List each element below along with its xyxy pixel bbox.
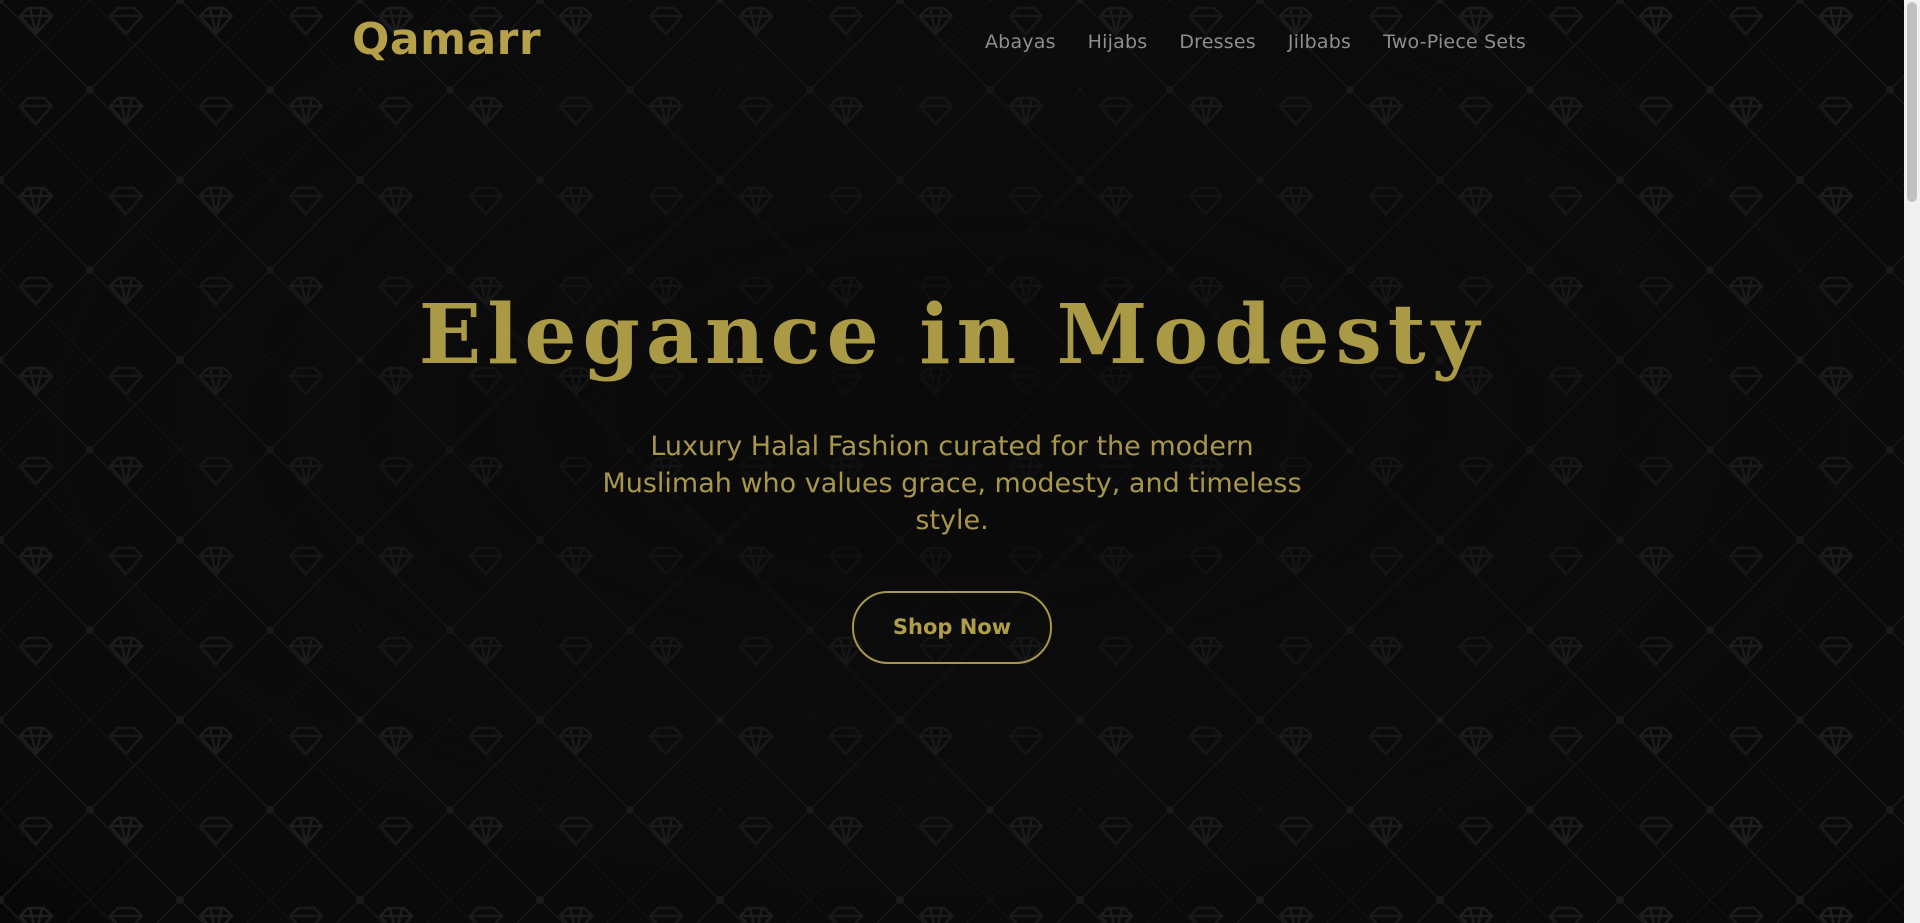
main-nav: Abayas Hijabs Dresses Jilbabs Two-Piece … [985,31,1526,53]
site-header: Qamarr Abayas Hijabs Dresses Jilbabs Two… [0,0,1904,88]
page: Qamarr Abayas Hijabs Dresses Jilbabs Two… [0,0,1904,923]
nav-item-dresses[interactable]: Dresses [1179,31,1256,53]
vertical-scrollbar[interactable] [1904,0,1920,923]
nav-item-hijabs[interactable]: Hijabs [1088,31,1148,53]
hero-subtitle: Luxury Halal Fashion curated for the mod… [602,431,1302,537]
scrollbar-thumb[interactable] [1907,2,1917,202]
nav-item-abayas[interactable]: Abayas [985,31,1056,53]
hero-section: Elegance in Modesty Luxury Halal Fashion… [0,287,1904,665]
shop-now-button[interactable]: Shop Now [852,591,1052,665]
brand-logo[interactable]: Qamarr [352,14,541,65]
nav-item-jilbabs[interactable]: Jilbabs [1288,31,1351,53]
hero-title: Elegance in Modesty [418,287,1486,383]
nav-item-two-piece-sets[interactable]: Two-Piece Sets [1383,31,1526,53]
